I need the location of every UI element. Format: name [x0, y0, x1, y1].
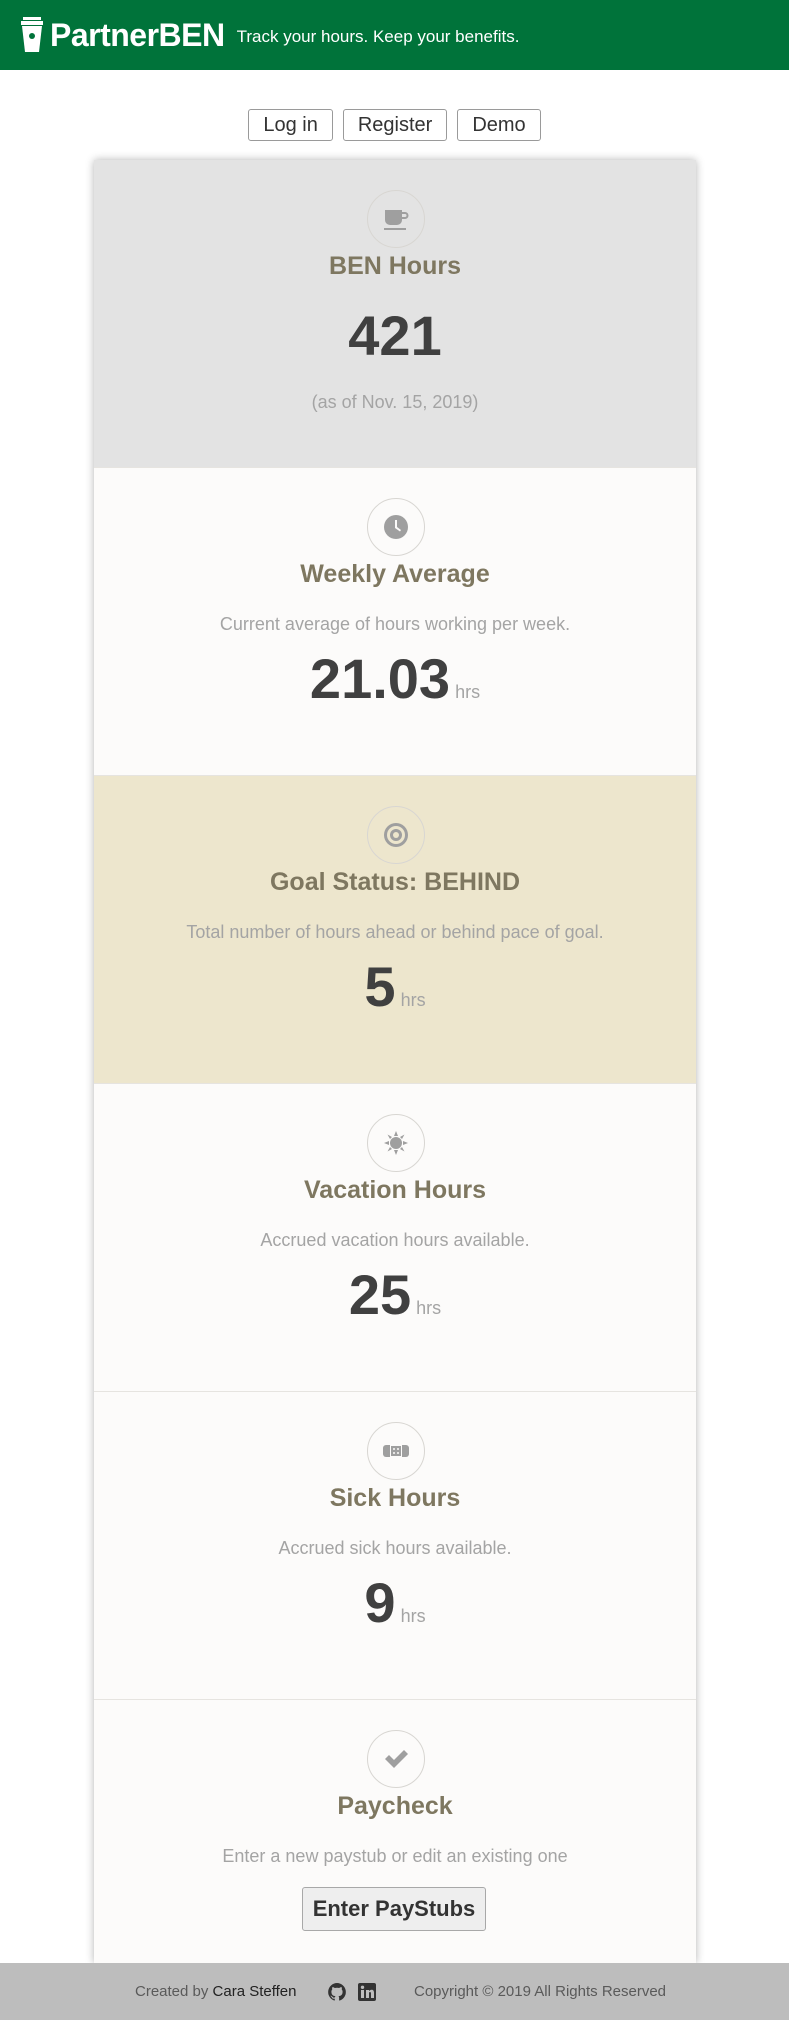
bandage-icon: [383, 1445, 409, 1457]
goal-status-value: 5: [364, 955, 396, 1018]
weekly-average-value-row: 21.03 hrs: [94, 646, 696, 711]
weekly-icon-circle: [367, 498, 425, 556]
goal-status-value-row: 5 hrs: [94, 954, 696, 1019]
target-icon: [384, 823, 408, 847]
ben-hours-card: BEN Hours 421 (as of Nov. 15, 2019): [94, 160, 696, 468]
paycheck-card: Paycheck Enter a new paystub or edit an …: [94, 1700, 696, 1963]
clock-icon: [384, 515, 408, 539]
created-by: Created by Cara Steffen: [135, 1983, 297, 2000]
weekly-average-card: Weekly Average Current average of hours …: [94, 468, 696, 776]
sick-hours-value: 9: [364, 1571, 396, 1634]
demo-button[interactable]: Demo: [457, 109, 541, 141]
login-button[interactable]: Log in: [248, 109, 333, 141]
goal-status-desc: Total number of hours ahead or behind pa…: [186, 922, 604, 942]
goal-status-unit: hrs: [400, 990, 426, 1010]
vacation-icon-circle: [367, 1114, 425, 1172]
goal-icon-circle: [367, 806, 425, 864]
vacation-hours-desc: Accrued vacation hours available.: [260, 1230, 530, 1250]
ben-hours-value-row: 421: [94, 303, 696, 368]
coffee-cup-logo-icon: [21, 17, 43, 52]
github-icon[interactable]: [327, 1982, 347, 2002]
weekly-average-value: 21.03: [309, 647, 451, 710]
vacation-hours-title: Vacation Hours: [304, 1176, 486, 1204]
sick-hours-card: Sick Hours Accrued sick hours available.…: [94, 1392, 696, 1700]
enter-paystubs-button[interactable]: Enter PayStubs: [302, 1887, 486, 1931]
checkmark-icon: [385, 1750, 408, 1768]
brand-name[interactable]: PartnerBEN: [50, 17, 225, 54]
ben-icon-circle: [367, 190, 425, 248]
sun-icon: [384, 1131, 408, 1155]
weekly-average-unit: hrs: [455, 682, 481, 702]
goal-status-title: Goal Status: BEHIND: [269, 868, 521, 896]
sick-hours-value-row: 9 hrs: [94, 1570, 696, 1635]
created-prefix: Created by: [135, 1983, 209, 2000]
sick-hours-title: Sick Hours: [329, 1484, 461, 1512]
weekly-average-desc: Current average of hours working per wee…: [219, 614, 571, 634]
dashboard-panel: BEN Hours 421 (as of Nov. 15, 2019) Week…: [94, 160, 696, 1963]
register-button[interactable]: Register: [342, 109, 448, 141]
ben-hours-date: (as of Nov. 15, 2019): [311, 392, 479, 412]
social-links: [327, 1982, 377, 2002]
site-header: PartnerBEN Track your hours. Keep your b…: [0, 0, 789, 70]
coffee-cup-icon: [384, 210, 409, 230]
linkedin-icon[interactable]: [357, 1982, 377, 2002]
sick-hours-unit: hrs: [400, 1606, 426, 1626]
author-link[interactable]: Cara Steffen: [213, 1983, 297, 2000]
ben-hours-value: 421: [348, 304, 442, 367]
paycheck-icon-circle: [367, 1730, 425, 1788]
goal-status-card: Goal Status: BEHIND Total number of hour…: [94, 776, 696, 1084]
vacation-hours-card: Vacation Hours Accrued vacation hours av…: [94, 1084, 696, 1392]
auth-buttons: Log in Register Demo: [0, 109, 789, 141]
tagline: Track your hours. Keep your benefits.: [236, 27, 520, 46]
copyright-text: Copyright © 2019 All Rights Reserved: [414, 1983, 667, 2000]
paycheck-desc: Enter a new paystub or edit an existing …: [222, 1846, 568, 1866]
ben-hours-title: BEN Hours: [329, 252, 461, 280]
sick-hours-desc: Accrued sick hours available.: [278, 1538, 512, 1558]
vacation-hours-value: 25: [348, 1263, 412, 1326]
sick-icon-circle: [367, 1422, 425, 1480]
paycheck-title: Paycheck: [337, 1792, 453, 1820]
weekly-average-title: Weekly Average: [300, 560, 490, 588]
vacation-hours-value-row: 25 hrs: [94, 1262, 696, 1327]
vacation-hours-unit: hrs: [416, 1298, 442, 1318]
site-footer: Created by Cara Steffen Copyright © 2019…: [0, 1963, 789, 2020]
